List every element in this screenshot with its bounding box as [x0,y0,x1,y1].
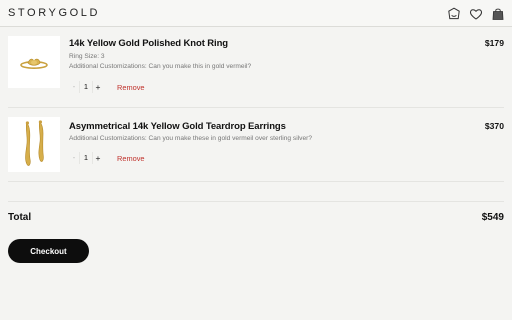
cart-item: Asymmetrical 14k Yellow Gold Teardrop Ea… [8,117,504,173]
divider [8,201,504,202]
bag-icon[interactable] [490,6,505,21]
checkout-button[interactable]: Checkout [8,239,89,263]
divider [8,181,504,182]
item-option: Additional Customizations: Can you make … [69,63,252,70]
knot-ring-image[interactable] [8,36,60,88]
remove-button[interactable]: Remove [117,154,145,163]
store-logo[interactable]: STORYGOLD [8,7,100,19]
increase-quantity-button[interactable]: + [93,81,103,93]
quantity-stepper: - 1 + [69,81,103,93]
decrease-quantity-button[interactable]: - [69,152,79,164]
quantity-stepper: - 1 + [69,152,103,164]
site-header: STORYGOLD [0,0,512,27]
decrease-quantity-button[interactable]: - [69,81,79,93]
item-price: $179 [484,38,504,48]
account-icon[interactable] [446,6,461,21]
item-name[interactable]: 14k Yellow Gold Polished Knot Ring [69,38,228,49]
item-name[interactable]: Asymmetrical 14k Yellow Gold Teardrop Ea… [69,121,286,132]
divider [8,107,504,108]
quantity-value[interactable]: 1 [79,152,93,164]
item-option: Additional Customizations: Can you make … [69,135,312,142]
total-value: $549 [481,212,504,223]
heart-icon[interactable] [468,6,483,21]
item-price: $370 [484,121,504,131]
quantity-value[interactable]: 1 [79,81,93,93]
teardrop-earrings-image[interactable] [8,117,60,172]
increase-quantity-button[interactable]: + [93,152,103,164]
total-label: Total [8,212,32,223]
cart-item: 14k Yellow Gold Polished Knot Ring Ring … [8,36,504,96]
item-option: Ring Size: 3 [69,53,105,60]
remove-button[interactable]: Remove [117,83,145,92]
